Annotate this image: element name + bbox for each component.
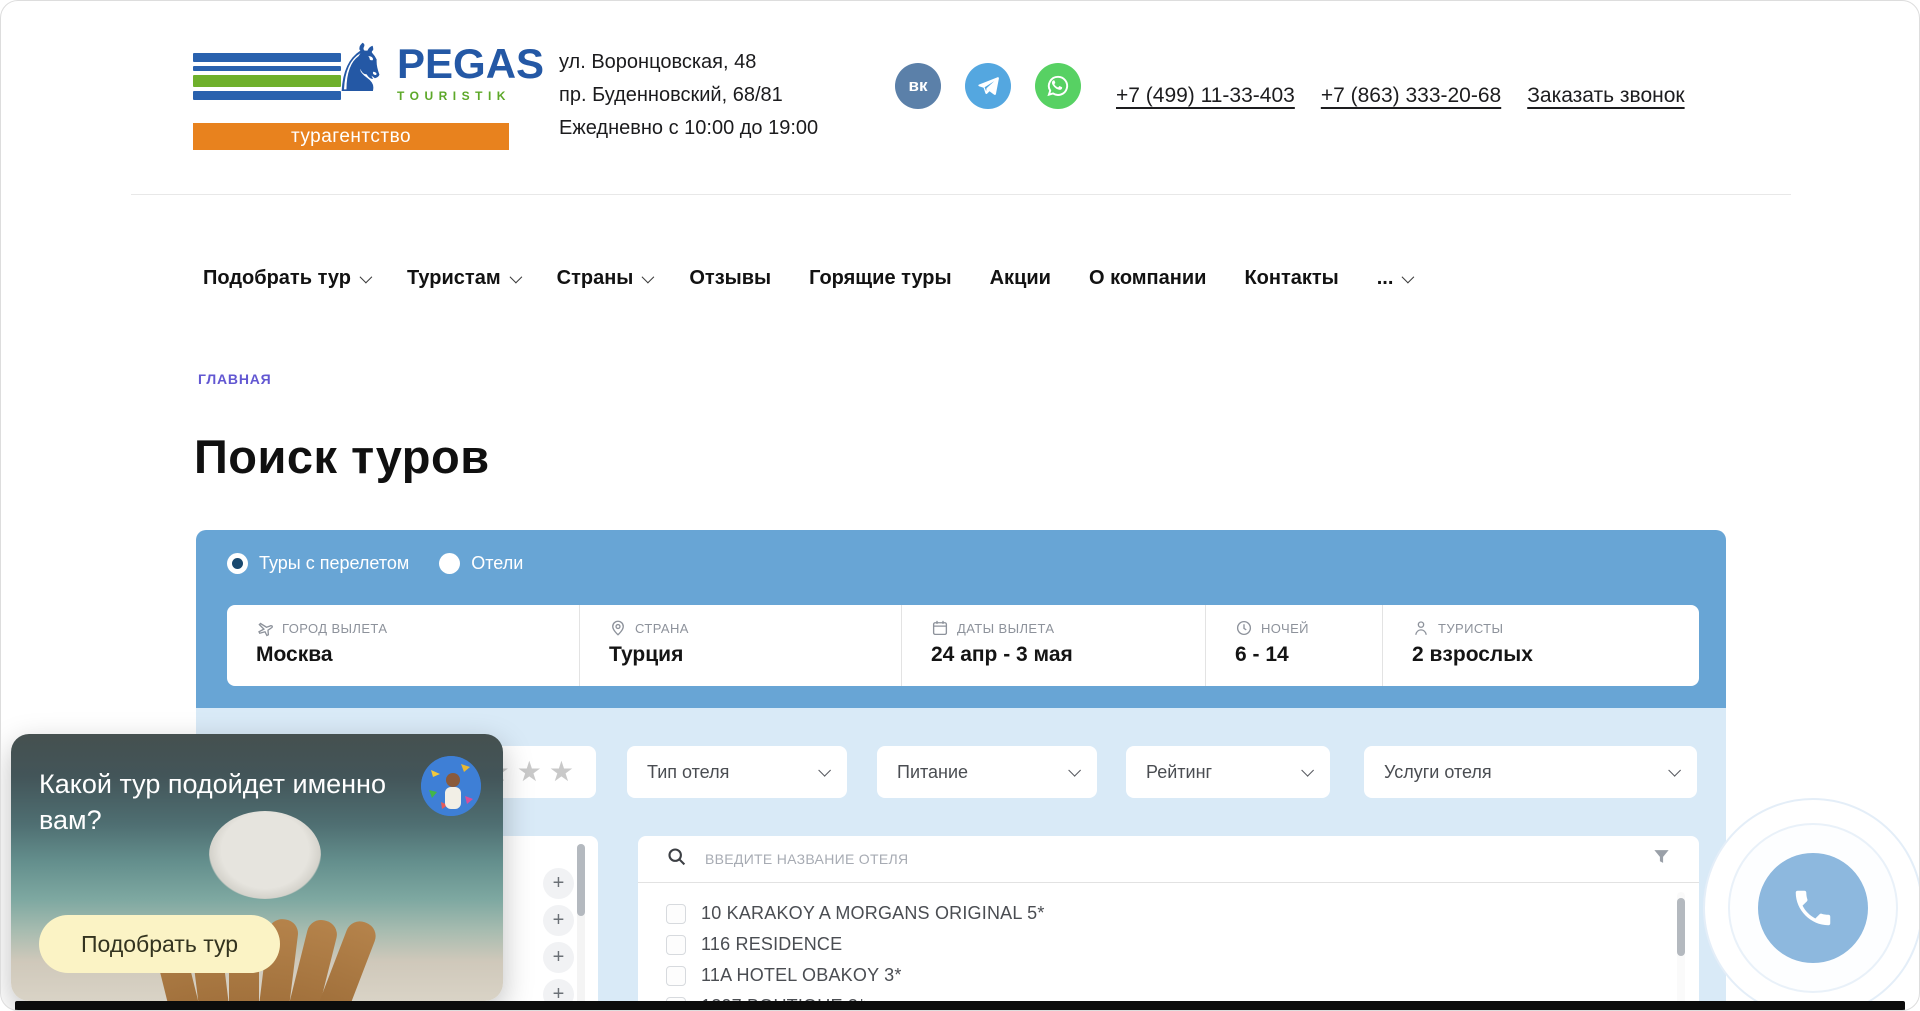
- logo-banner: турагентство: [193, 123, 509, 150]
- logo-sub-text: TOURISTIK: [397, 89, 544, 103]
- search-fields-row: ГОРОД ВЫЛЕТА Москва СТРАНА Турция ДАТЫ В…: [227, 605, 1699, 686]
- meal-dropdown[interactable]: Питание: [877, 746, 1097, 798]
- hotel-list-item[interactable]: 116 RESIDENCE: [666, 929, 1649, 960]
- chevron-down-icon: [1402, 271, 1415, 284]
- chevron-down-icon: [360, 271, 373, 284]
- vk-icon[interactable]: вк: [895, 63, 941, 109]
- person-icon: [1412, 619, 1430, 637]
- call-widget: [1703, 798, 1920, 1011]
- next-section-edge: [15, 1001, 1905, 1010]
- country-field[interactable]: СТРАНА Турция: [579, 605, 901, 686]
- filter-funnel-icon[interactable]: [1652, 847, 1671, 871]
- rating-dropdown[interactable]: Рейтинг: [1126, 746, 1330, 798]
- nav-item-podobrat-tur[interactable]: Подобрать тур: [203, 267, 369, 290]
- main-nav: Подобрать тур Туристам Страны Отзывы Гор…: [203, 267, 1411, 290]
- hotel-search-row: [638, 836, 1699, 882]
- radio-hotels[interactable]: Отели: [439, 553, 523, 574]
- expand-region-button[interactable]: +: [543, 868, 574, 899]
- departure-dates-field[interactable]: ДАТЫ ВЫЛЕТА 24 апр - 3 мая: [901, 605, 1205, 686]
- expand-region-button[interactable]: +: [543, 942, 574, 973]
- radio-tours-with-flight[interactable]: Туры с перелетом: [227, 553, 409, 574]
- chevron-down-icon: [818, 764, 831, 777]
- telegram-icon[interactable]: [965, 63, 1011, 109]
- logo-brand-text: PEGAS: [397, 43, 544, 85]
- hotel-list-panel: 10 KARAKOY A MORGANS ORIGINAL 5* 116 RES…: [638, 836, 1699, 1011]
- logo-mark: ♞ PEGAS TOURISTIK: [193, 41, 509, 117]
- social-links: вк: [895, 63, 1081, 109]
- nav-item-more[interactable]: ...: [1377, 267, 1412, 290]
- hotel-services-dropdown[interactable]: Услуги отеля: [1364, 746, 1697, 798]
- call-button[interactable]: [1758, 853, 1868, 963]
- nav-item-akcii[interactable]: Акции: [990, 267, 1051, 290]
- address-line: ул. Воронцовская, 48: [559, 46, 818, 79]
- logo-stripes: [193, 53, 341, 100]
- popup-pick-tour-button[interactable]: Подобрать тур: [39, 915, 280, 973]
- hotel-list-scrollbar[interactable]: [1677, 892, 1685, 1011]
- pegas-logo[interactable]: ♞ PEGAS TOURISTIK турагентство: [193, 41, 509, 150]
- departure-city-field[interactable]: ГОРОД ВЫЛЕТА Москва: [227, 605, 579, 686]
- hotel-name-input[interactable]: [705, 851, 1634, 867]
- expand-region-button[interactable]: +: [543, 905, 574, 936]
- popup-avatar: [421, 756, 481, 816]
- plane-icon: [256, 619, 274, 637]
- calendar-icon: [931, 619, 949, 637]
- hotel-checkbox[interactable]: [666, 966, 686, 986]
- address-line: Ежедневно с 10:00 до 19:00: [559, 112, 818, 145]
- pin-icon: [609, 619, 627, 637]
- address-line: пр. Буденновский, 68/81: [559, 79, 818, 112]
- phone-icon: [1790, 885, 1836, 931]
- pegasus-icon: ♞: [331, 35, 390, 101]
- star-icon[interactable]: ★: [517, 758, 542, 786]
- hotel-list-item[interactable]: 10 KARAKOY A MORGANS ORIGINAL 5*: [666, 898, 1649, 929]
- chevron-down-icon: [1301, 764, 1314, 777]
- chevron-down-icon: [1068, 764, 1081, 777]
- divider: [638, 882, 1699, 883]
- tour-quiz-popup[interactable]: Какой тур подойдет именно вам? Подобрать…: [11, 734, 503, 1001]
- nights-field[interactable]: НОЧЕЙ 6 - 14: [1205, 605, 1382, 686]
- hotel-checkbox[interactable]: [666, 935, 686, 955]
- chevron-down-icon: [509, 271, 522, 284]
- hotel-list: 10 KARAKOY A MORGANS ORIGINAL 5* 116 RES…: [666, 898, 1649, 1011]
- clock-icon: [1235, 619, 1253, 637]
- phone-link-1[interactable]: +7 (499) 11-33-403: [1116, 84, 1295, 108]
- star-icon[interactable]: ★: [549, 758, 574, 786]
- tourists-field[interactable]: ТУРИСТЫ 2 взрослых: [1382, 605, 1699, 686]
- nav-item-goryashchie-tury[interactable]: Горящие туры: [809, 267, 951, 290]
- radio-selected-icon: [227, 553, 248, 574]
- nav-item-turistam[interactable]: Туристам: [407, 267, 519, 290]
- callback-link[interactable]: Заказать звонок: [1527, 84, 1684, 108]
- header-divider: [131, 194, 1791, 195]
- nav-item-strany[interactable]: Страны: [557, 267, 652, 290]
- office-address: ул. Воронцовская, 48 пр. Буденновский, 6…: [559, 46, 818, 145]
- hotel-type-dropdown[interactable]: Тип отеля: [627, 746, 847, 798]
- nav-item-o-kompanii[interactable]: О компании: [1089, 267, 1206, 290]
- hotel-checkbox[interactable]: [666, 904, 686, 924]
- chevron-down-icon: [642, 271, 655, 284]
- page: ♞ PEGAS TOURISTIK турагентство ул. Ворон…: [0, 0, 1920, 1011]
- popup-heading: Какой тур подойдет именно вам?: [39, 766, 389, 838]
- page-title: Поиск туров: [194, 429, 490, 484]
- breadcrumb[interactable]: ГЛАВНАЯ: [198, 371, 272, 387]
- phone-link-2[interactable]: +7 (863) 333-20-68: [1321, 84, 1501, 108]
- region-scrollbar[interactable]: [577, 844, 585, 1011]
- whatsapp-icon[interactable]: [1035, 63, 1081, 109]
- radio-unselected-icon: [439, 553, 460, 574]
- search-icon: [666, 846, 687, 872]
- header-phones: +7 (499) 11-33-403 +7 (863) 333-20-68 За…: [1116, 84, 1685, 108]
- hotel-list-item[interactable]: 11A HOTEL OBAKOY 3*: [666, 960, 1649, 991]
- nav-item-kontakty[interactable]: Контакты: [1244, 267, 1338, 290]
- nav-item-otzyvy[interactable]: Отзывы: [689, 267, 771, 290]
- search-type-switch: Туры с перелетом Отели: [227, 553, 523, 574]
- chevron-down-icon: [1668, 764, 1681, 777]
